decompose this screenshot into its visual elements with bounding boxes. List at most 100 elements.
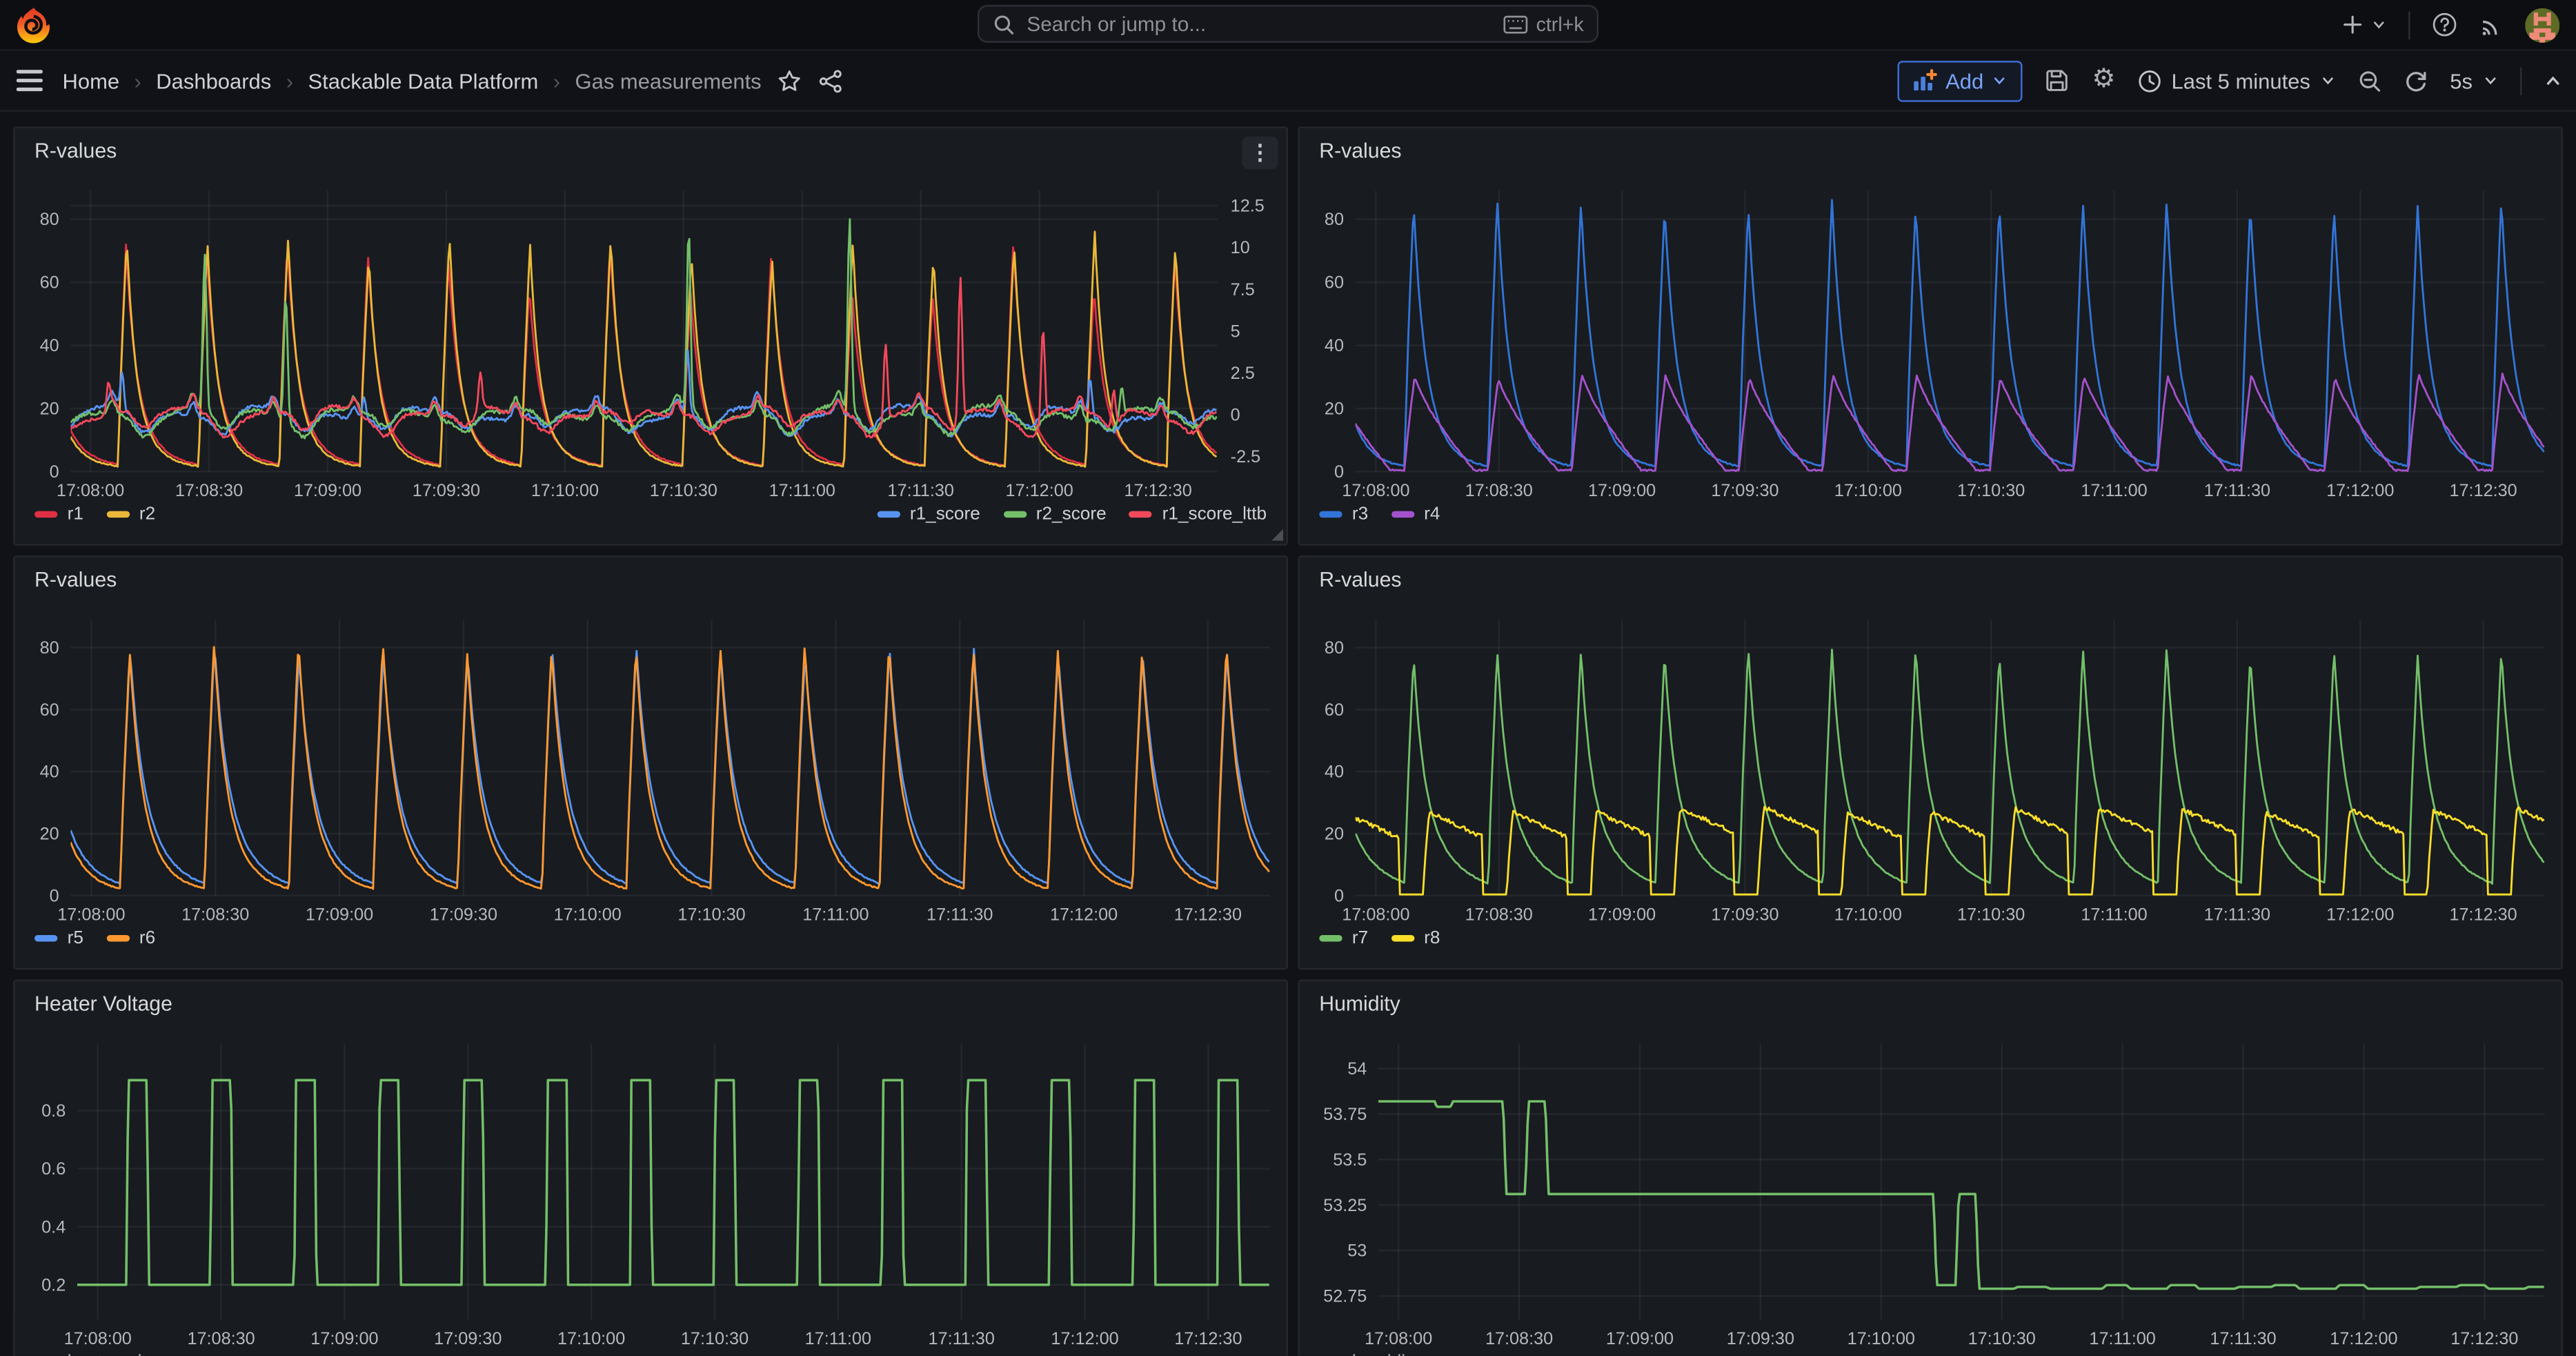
legend-item-r2[interactable]: r2 xyxy=(106,504,155,524)
x-axis-tick-label: 17:09:30 xyxy=(1711,905,1779,925)
zoom-out-button[interactable] xyxy=(2358,68,2383,93)
x-axis-tick-label: 17:10:30 xyxy=(1957,905,2025,925)
user-avatar[interactable] xyxy=(2525,8,2559,42)
star-icon[interactable] xyxy=(777,68,802,93)
x-axis-tick-label: 17:12:30 xyxy=(1124,481,1192,500)
legend-item-r6[interactable]: r6 xyxy=(106,928,155,948)
x-axis-tick-label: 17:08:30 xyxy=(181,905,249,925)
add-button-label: Add xyxy=(1945,68,1983,93)
x-axis-tick-label: 17:10:30 xyxy=(1957,481,2025,500)
x-axis-tick-label: 17:11:00 xyxy=(2081,481,2147,500)
legend-swatch xyxy=(34,511,57,518)
x-axis-tick-label: 17:12:00 xyxy=(2326,905,2394,925)
legend-swatch xyxy=(106,511,129,518)
legend-label: r1_score xyxy=(910,504,980,524)
panel-title[interactable]: R-values xyxy=(1319,569,1401,591)
refresh-button[interactable] xyxy=(2404,68,2429,93)
legend-label: r5 xyxy=(68,928,83,948)
legend-item-r5[interactable]: r5 xyxy=(34,928,83,948)
help-button[interactable] xyxy=(2431,12,2457,38)
series-r2_score xyxy=(70,219,1216,438)
panel-r-values-1: R-values⋮020406080-2.502.557.51012.517:0… xyxy=(13,126,1288,545)
x-axis-tick-label: 17:08:00 xyxy=(1365,1329,1432,1348)
x-axis-tick-label: 17:10:00 xyxy=(1847,1329,1915,1348)
y-axis-tick-label: 0.8 xyxy=(41,1101,66,1121)
legend-item-r7[interactable]: r7 xyxy=(1319,928,1368,948)
legend-item-r2_score[interactable]: r2_score xyxy=(1003,504,1107,524)
add-panel-button[interactable]: Add xyxy=(1898,60,2023,101)
x-axis-tick-label: 17:11:00 xyxy=(802,905,869,925)
breadcrumb-current: Gas measurements xyxy=(575,68,762,93)
chevron-down-icon xyxy=(2370,17,2387,33)
panel-title[interactable]: Humidity xyxy=(1319,992,1400,1015)
panel-title[interactable]: Heater Voltage xyxy=(34,992,172,1015)
y2-axis-tick-label: 5 xyxy=(1231,322,1240,341)
panel-title[interactable]: R-values xyxy=(34,139,117,162)
x-axis-tick-label: 17:10:30 xyxy=(677,905,745,925)
legend-swatch xyxy=(1319,511,1342,518)
y-axis-tick-label: 0.4 xyxy=(41,1217,66,1237)
dashboard-settings-button[interactable]: ⚙ xyxy=(2092,68,2115,94)
legend-item-r3[interactable]: r3 xyxy=(1319,504,1368,524)
topbar-divider xyxy=(2408,10,2410,38)
legend-item-r8[interactable]: r8 xyxy=(1391,928,1440,948)
y-axis-tick-label: 0 xyxy=(1334,462,1344,482)
search-input[interactable]: Search or jump to... ctrl+k xyxy=(978,5,1598,43)
mega-menu-toggle[interactable] xyxy=(17,69,43,92)
news-rss-button[interactable] xyxy=(2479,12,2504,37)
legend-swatch xyxy=(1129,511,1152,518)
x-axis-tick-label: 17:12:30 xyxy=(1174,1329,1242,1348)
legend-group: r5 r6 xyxy=(34,928,155,948)
legend-item-heatervoltage[interactable]: heatervoltage xyxy=(34,1353,177,1356)
legend-item-r1_score[interactable]: r1_score xyxy=(877,504,980,524)
legend-item-r4[interactable]: r4 xyxy=(1391,504,1440,524)
chevron-down-icon xyxy=(2482,72,2499,89)
legend-label: r8 xyxy=(1424,928,1440,948)
legend-swatch xyxy=(877,511,900,518)
panel-humidity-6: Humidity52.755353.2553.553.755417:08:001… xyxy=(1298,979,2563,1355)
time-range-picker[interactable]: Last 5 minutes xyxy=(2137,68,2337,93)
y-axis-tick-label: 53.5 xyxy=(1333,1150,1367,1170)
chevron-down-icon xyxy=(1992,72,2008,89)
x-axis-tick-label: 17:09:30 xyxy=(1711,481,1779,500)
time-range-label: Last 5 minutes xyxy=(2172,68,2310,93)
y-axis-tick-label: 53.25 xyxy=(1323,1196,1367,1215)
x-axis-tick-label: 17:10:30 xyxy=(681,1329,749,1348)
series-humidity xyxy=(1378,1101,2544,1288)
y2-axis-tick-label: 0 xyxy=(1231,406,1240,425)
x-axis-tick-label: 17:11:00 xyxy=(2089,1329,2155,1348)
legend-label: r2_score xyxy=(1036,504,1107,524)
panel-title[interactable]: R-values xyxy=(1319,139,1401,162)
x-axis-tick-label: 17:08:30 xyxy=(175,481,243,500)
chevron-right-icon: › xyxy=(553,68,560,93)
legend-item-r1[interactable]: r1 xyxy=(34,504,83,524)
legend-swatch xyxy=(34,935,57,942)
panel-title[interactable]: R-values xyxy=(34,569,117,591)
refresh-interval-picker[interactable]: 5s xyxy=(2450,68,2499,93)
breadcrumb-folder[interactable]: Stackable Data Platform xyxy=(308,68,538,93)
grafana-logo-icon[interactable] xyxy=(14,5,50,44)
save-dashboard-button[interactable] xyxy=(2044,68,2070,94)
y-axis-tick-label: 0 xyxy=(50,462,59,482)
legend-swatch xyxy=(1391,511,1414,518)
series-r5 xyxy=(70,649,1269,884)
panel-heater-voltage-5: Heater Voltage0.20.40.60.817:08:0017:08:… xyxy=(13,979,1288,1355)
panel-resize-handle[interactable] xyxy=(1271,529,1283,541)
legend-label: r4 xyxy=(1424,504,1440,524)
new-plus-button[interactable] xyxy=(2341,13,2387,36)
toolbar-divider xyxy=(2520,66,2521,94)
collapse-toolbar-button[interactable] xyxy=(2543,70,2563,90)
share-icon[interactable] xyxy=(819,68,844,93)
legend-item-humidity[interactable]: humidity xyxy=(1319,1353,1419,1356)
chart: 0.20.40.60.817:08:0017:08:3017:09:0017:0… xyxy=(14,981,1286,1356)
dashboard-grid: R-values⋮020406080-2.502.557.51012.517:0… xyxy=(0,112,2576,1356)
legend-item-r1_score_lttb[interactable]: r1_score_lttb xyxy=(1129,504,1267,524)
y-axis-tick-label: 0 xyxy=(1334,886,1344,905)
panel-menu-kebab-icon[interactable]: ⋮ xyxy=(1242,137,1278,170)
x-axis-tick-label: 17:09:00 xyxy=(306,905,373,925)
breadcrumb-home[interactable]: Home xyxy=(62,68,119,93)
breadcrumb-dashboards[interactable]: Dashboards xyxy=(156,68,271,93)
x-axis-tick-label: 17:12:00 xyxy=(1050,905,1118,925)
y-axis-tick-label: 53 xyxy=(1347,1241,1367,1261)
x-axis-tick-label: 17:09:30 xyxy=(413,481,480,500)
